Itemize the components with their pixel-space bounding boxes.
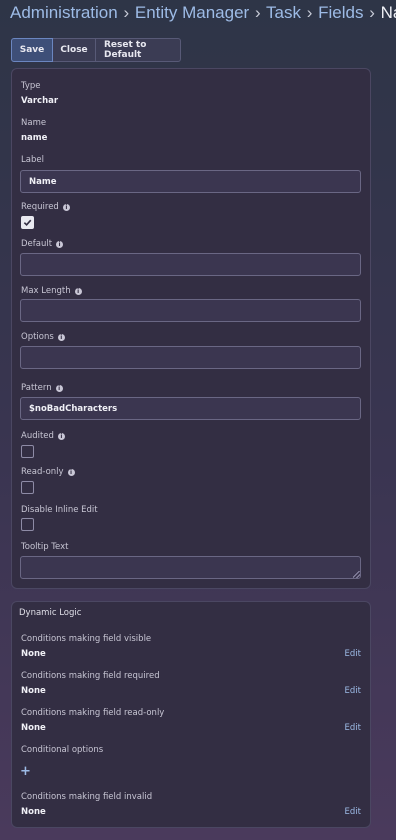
read-only-conditions-value: None [21, 723, 46, 733]
field-properties-panel: Type Varchar Name name Label Required i … [11, 68, 371, 589]
max-length-label: Max Length i [21, 286, 82, 296]
toolbar: Save Close Reset to Default [11, 38, 181, 62]
add-conditional-option-icon[interactable]: + [20, 765, 31, 778]
type-label: Type [21, 81, 41, 91]
breadcrumb-task[interactable]: Task [266, 3, 301, 22]
breadcrumb-separator: › [369, 3, 375, 22]
info-icon: i [62, 203, 70, 211]
options-label: Options i [21, 332, 65, 342]
pattern-label: Pattern i [21, 383, 63, 393]
edit-read-only-conditions-link[interactable]: Edit [345, 723, 361, 733]
info-icon: i [57, 333, 65, 341]
breadcrumb-fields[interactable]: Fields [318, 3, 363, 22]
breadcrumb: Administration › Entity Manager › Task ›… [10, 3, 396, 23]
reset-to-default-button[interactable]: Reset to Default [96, 38, 181, 62]
breadcrumb-separator: › [306, 3, 313, 22]
breadcrumb-entity-manager[interactable]: Entity Manager [135, 3, 249, 22]
info-icon: i [56, 240, 64, 248]
disable-inline-edit-label: Disable Inline Edit [21, 505, 98, 515]
edit-invalid-conditions-link[interactable]: Edit [345, 807, 361, 817]
invalid-conditions-label: Conditions making field invalid [21, 792, 153, 802]
info-icon: i [67, 468, 75, 476]
audited-label: Audited i [21, 431, 65, 441]
read-only-conditions-label: Conditions making field read-only [21, 708, 165, 718]
label-label: Label [21, 155, 44, 165]
default-input[interactable] [20, 253, 361, 276]
read-only-label: Read-only i [21, 467, 75, 477]
visible-conditions-label: Conditions making field visible [21, 634, 152, 644]
breadcrumb-administration[interactable]: Administration [10, 3, 118, 22]
close-button[interactable]: Close [53, 38, 96, 62]
name-label: Name [21, 118, 47, 128]
save-button[interactable]: Save [11, 38, 53, 62]
options-input[interactable] [20, 346, 361, 369]
breadcrumb-separator: › [254, 3, 261, 22]
resize-handle-icon[interactable] [353, 571, 360, 578]
read-only-checkbox[interactable] [21, 481, 34, 494]
tooltip-text-label: Tooltip Text [21, 542, 69, 552]
checkmark-icon [23, 219, 32, 227]
breadcrumb-separator: › [123, 3, 130, 22]
dynamic-logic-title: Dynamic Logic [19, 608, 82, 618]
info-icon: i [55, 384, 63, 392]
visible-conditions-value: None [21, 649, 46, 659]
edit-required-conditions-link[interactable]: Edit [345, 686, 361, 696]
dynamic-logic-panel: Dynamic Logic Conditions making field vi… [11, 601, 371, 828]
label-input[interactable] [20, 170, 361, 193]
info-icon: i [74, 287, 82, 295]
required-label: Required i [21, 202, 70, 212]
default-label: Default i [21, 239, 64, 249]
conditional-options-label: Conditional options [21, 745, 104, 755]
max-length-input[interactable] [20, 299, 361, 322]
audited-checkbox[interactable] [21, 445, 34, 458]
disable-inline-edit-checkbox[interactable] [21, 518, 34, 531]
pattern-input[interactable] [20, 397, 361, 420]
required-conditions-value: None [21, 686, 46, 696]
breadcrumb-current: Name [380, 3, 396, 22]
edit-visible-conditions-link[interactable]: Edit [345, 649, 361, 659]
invalid-conditions-value: None [21, 807, 46, 817]
name-value: name [21, 133, 48, 143]
required-conditions-label: Conditions making field required [21, 671, 160, 681]
required-checkbox[interactable] [21, 216, 34, 229]
info-icon: i [57, 432, 65, 440]
type-value: Varchar [21, 96, 59, 106]
tooltip-text-textarea[interactable] [20, 556, 361, 579]
